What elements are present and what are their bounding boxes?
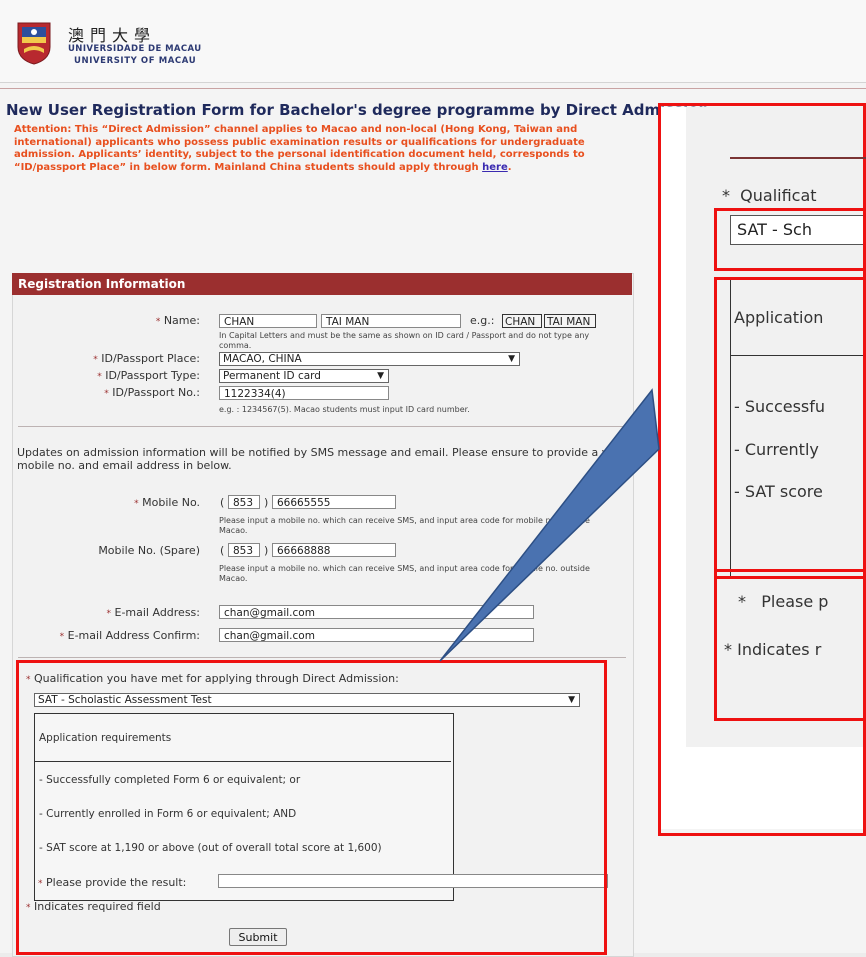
page: 澳門大學 UNIVERSIDADE DE MACAU UNIVERSITY OF…: [0, 0, 866, 957]
callout-arrow-icon: [439, 388, 660, 662]
